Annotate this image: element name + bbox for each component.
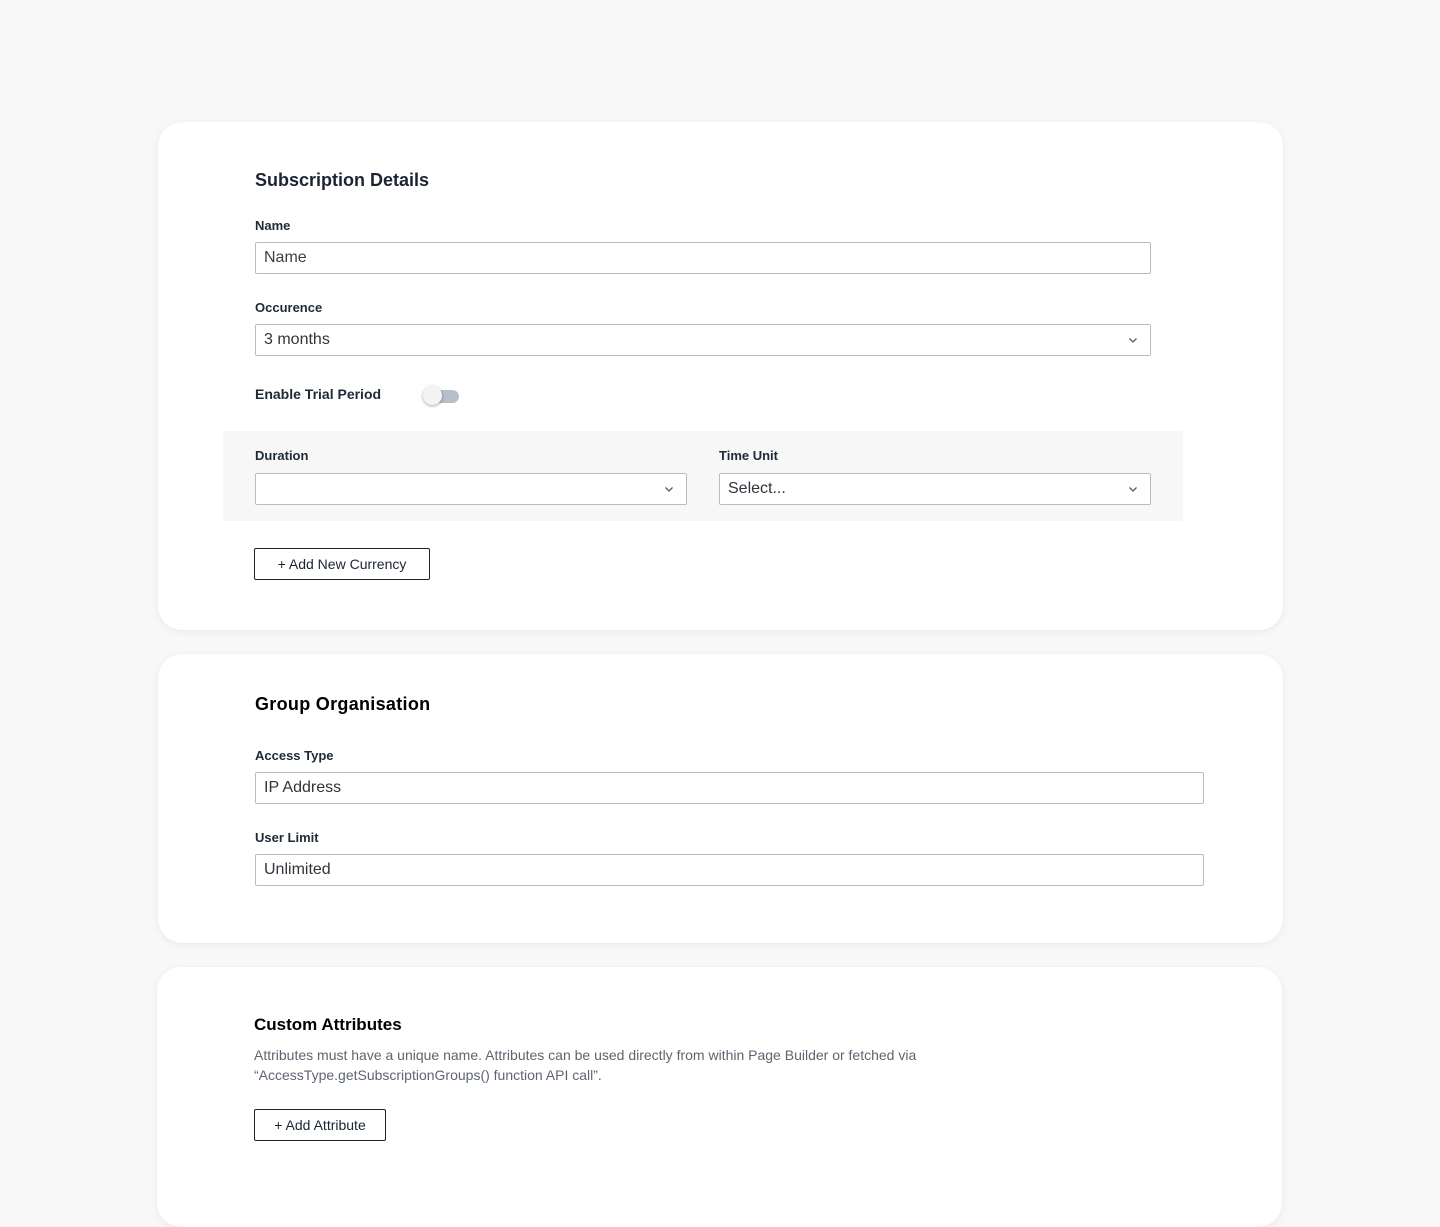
- chevron-down-icon: [1129, 338, 1137, 343]
- subscription-details-card: Subscription Details Name Occurence 3 mo…: [158, 122, 1283, 630]
- time-unit-selected-value: Select...: [728, 480, 786, 497]
- user-limit-label: User Limit: [255, 830, 319, 845]
- custom-attributes-card: Custom Attributes Attributes must have a…: [157, 967, 1282, 1227]
- time-unit-select[interactable]: Select...: [719, 473, 1151, 505]
- trial-period-panel: Duration Time Unit Select...: [223, 431, 1183, 521]
- access-type-field[interactable]: [255, 772, 1204, 804]
- group-organisation-card: Group Organisation Access Type User Limi…: [158, 654, 1283, 943]
- add-attribute-button[interactable]: + Add Attribute: [254, 1109, 386, 1141]
- custom-attributes-description: Attributes must have a unique name. Attr…: [254, 1047, 917, 1083]
- custom-attributes-title: Custom Attributes: [254, 1015, 402, 1034]
- duration-select[interactable]: [255, 473, 687, 505]
- occurrence-select[interactable]: 3 months: [255, 324, 1151, 356]
- trial-period-label: Enable Trial Period: [255, 386, 382, 402]
- toggle-knob: [423, 386, 442, 405]
- duration-label: Duration: [255, 448, 309, 463]
- subscription-details-title: Subscription Details: [255, 170, 430, 190]
- trial-period-toggle[interactable]: [423, 386, 461, 406]
- access-type-label: Access Type: [255, 748, 334, 763]
- add-new-currency-button[interactable]: + Add New Currency: [254, 548, 430, 580]
- time-unit-label: Time Unit: [719, 448, 778, 463]
- name-label: Name: [255, 218, 291, 233]
- occurrence-selected-value: 3 months: [264, 331, 330, 348]
- group-organisation-title: Group Organisation: [255, 694, 431, 714]
- name-input[interactable]: [255, 242, 1151, 274]
- chevron-down-icon: [665, 487, 673, 492]
- occurrence-label: Occurence: [255, 300, 323, 315]
- user-limit-field[interactable]: [255, 854, 1204, 886]
- chevron-down-icon: [1129, 487, 1137, 492]
